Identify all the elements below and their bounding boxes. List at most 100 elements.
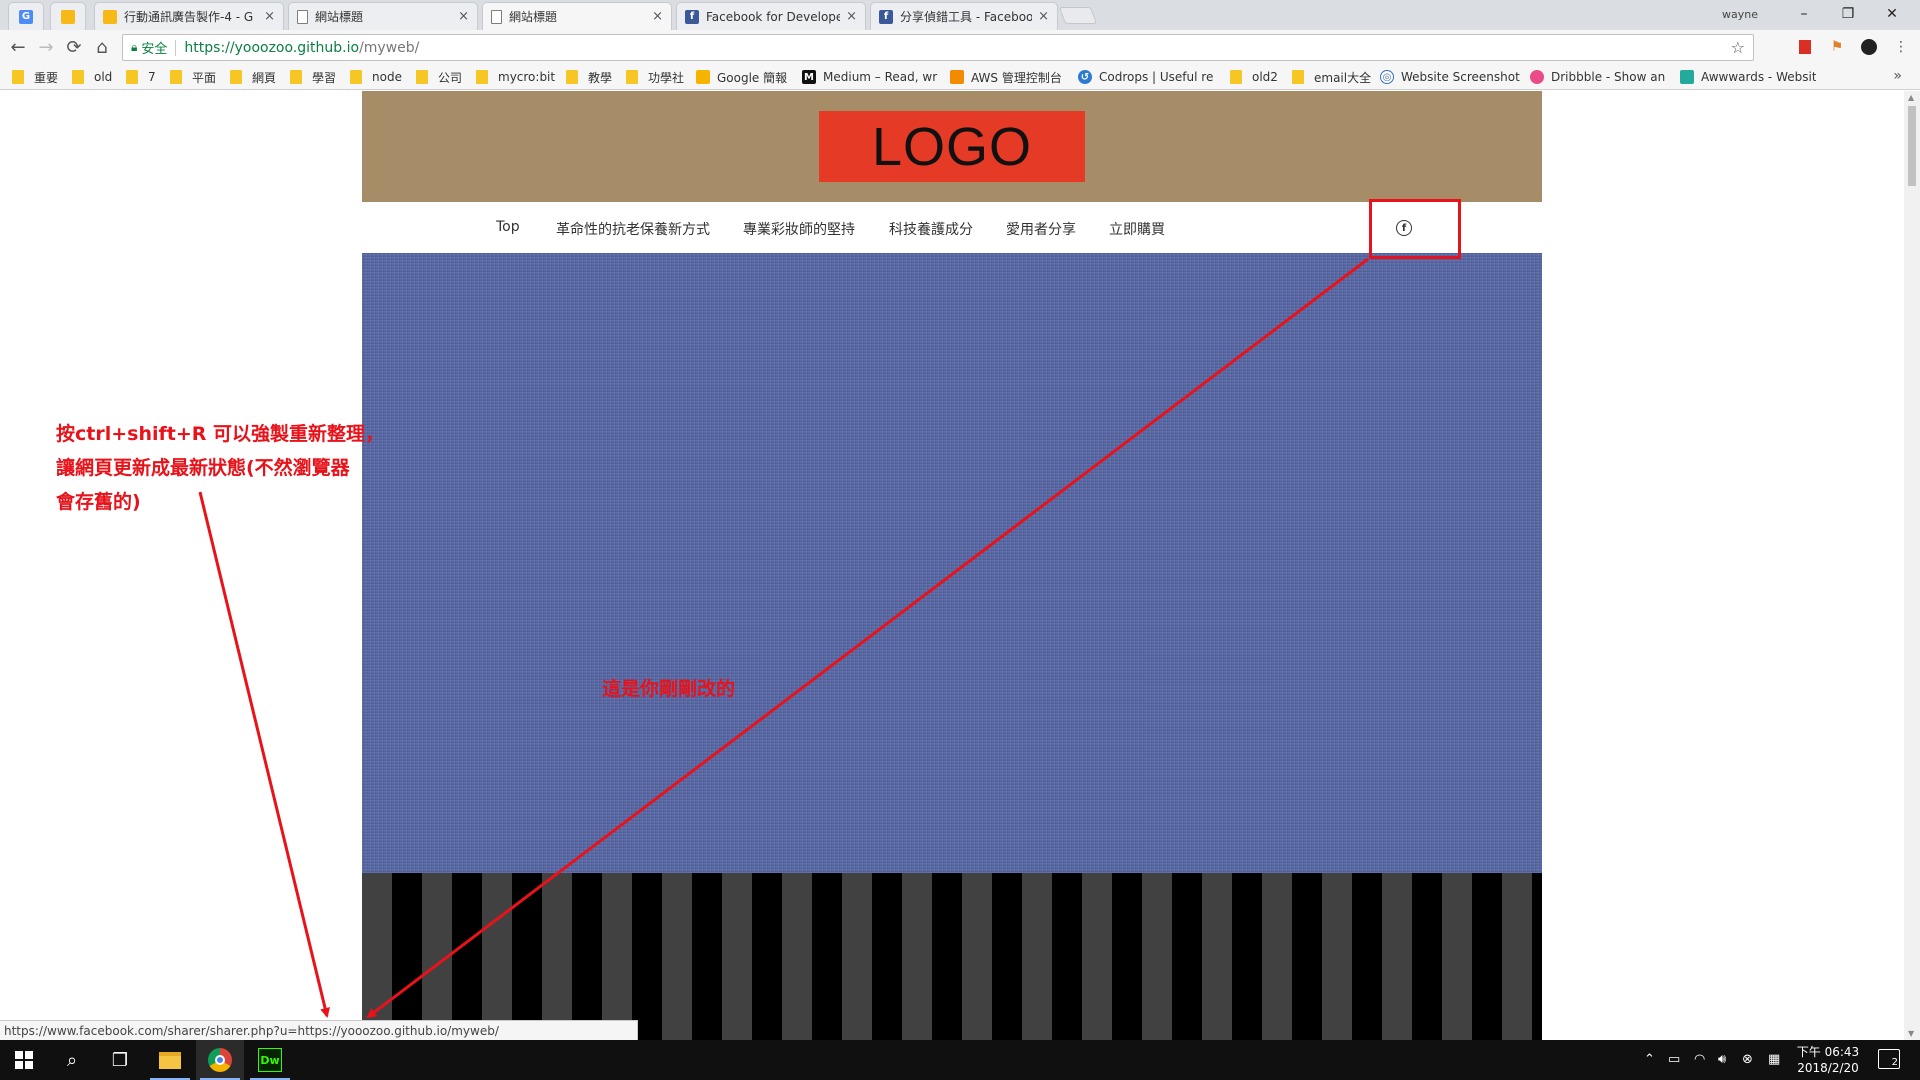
ime-icon[interactable]: ▦ bbox=[1768, 1052, 1780, 1067]
tray-chevron-icon[interactable]: ⌃ bbox=[1644, 1052, 1655, 1067]
start-icon[interactable] bbox=[0, 1040, 48, 1080]
bookmark-label: email大全 bbox=[1314, 70, 1372, 85]
scroll-up-icon[interactable]: ▲ bbox=[1908, 93, 1914, 102]
bookmark-label: Medium – Read, wri bbox=[823, 70, 938, 84]
bookmark-item[interactable]: 教學 bbox=[566, 68, 612, 86]
tab-strip: G 行動通訊廣告製作-4 - G × 網站標題 × 網站標題 × f Faceb… bbox=[0, 0, 1920, 30]
google-translate-icon: G bbox=[19, 9, 33, 24]
lock-icon: 🔒︎ bbox=[131, 40, 138, 54]
bookmarks-bar: 重要 old 7 平面 網頁 學習 node 公司 mycro:bit 教學 功… bbox=[0, 64, 1920, 90]
annotation-line: 會存舊的) bbox=[56, 491, 141, 513]
nav-testimonials[interactable]: 愛用者分享 bbox=[1006, 219, 1076, 239]
extension-red-icon[interactable] bbox=[1796, 38, 1814, 56]
forward-icon[interactable]: → bbox=[34, 35, 58, 59]
site-logo[interactable]: LOGO bbox=[819, 111, 1085, 182]
new-tab-button[interactable] bbox=[1058, 7, 1098, 24]
bookmark-item[interactable]: 網頁 bbox=[230, 68, 276, 86]
tab-site-title-active[interactable]: 網站標題 × bbox=[482, 2, 672, 30]
bookmark-item[interactable]: AWS 管理控制台 bbox=[950, 68, 1062, 86]
bookmark-item[interactable]: mycro:bit bbox=[476, 68, 555, 86]
notification-icon[interactable]: 2 bbox=[1878, 1049, 1900, 1069]
dreamweaver-icon[interactable]: Dw bbox=[246, 1040, 294, 1080]
close-window-button[interactable]: ✕ bbox=[1870, 2, 1914, 26]
tab-slides[interactable]: 行動通訊廣告製作-4 - G × bbox=[94, 2, 284, 30]
bookmark-item[interactable]: Awwwards - Websit bbox=[1680, 68, 1816, 86]
tab-close-icon[interactable]: × bbox=[846, 9, 857, 24]
folder-icon bbox=[12, 70, 24, 84]
tab-site-title-1[interactable]: 網站標題 × bbox=[288, 2, 478, 30]
bookmark-item[interactable]: 學習 bbox=[290, 68, 336, 86]
bookmark-item[interactable]: node bbox=[350, 68, 402, 86]
file-explorer-icon[interactable] bbox=[146, 1040, 194, 1080]
battery-icon[interactable]: ▭ bbox=[1668, 1052, 1680, 1067]
wifi-icon[interactable]: ◠ bbox=[1694, 1052, 1705, 1067]
bookmark-item[interactable]: old bbox=[72, 68, 112, 86]
facebook-icon: f bbox=[879, 9, 893, 24]
bookmark-item[interactable]: ◎ Website Screenshot bbox=[1380, 68, 1520, 86]
annotation-highlight-box bbox=[1369, 199, 1461, 259]
tab-close-icon[interactable]: × bbox=[458, 9, 469, 24]
bookmark-item[interactable]: Dribbble - Show and bbox=[1530, 68, 1666, 86]
dribbble-icon bbox=[1530, 70, 1544, 84]
google-slides-icon bbox=[61, 9, 75, 24]
volume-icon[interactable]: 🔊︎ bbox=[1718, 1052, 1726, 1067]
google-slides-icon bbox=[696, 70, 710, 84]
scroll-down-icon[interactable]: ▼ bbox=[1908, 1029, 1914, 1038]
taskbar-clock[interactable]: 下午 06:43 2018/2/20 bbox=[1790, 1044, 1866, 1076]
bookmark-star-icon[interactable]: ☆ bbox=[1731, 38, 1745, 57]
tab-pinned-translate[interactable]: G bbox=[8, 2, 44, 30]
github-icon[interactable] bbox=[1860, 38, 1878, 56]
search-icon[interactable]: ⌕ bbox=[48, 1040, 96, 1080]
bookmark-item[interactable]: 公司 bbox=[416, 68, 462, 86]
restore-button[interactable]: ❐ bbox=[1826, 2, 1870, 26]
tab-sharing-debugger[interactable]: f 分享偵錯工具 - Faceboo × bbox=[870, 2, 1058, 30]
url-path: /myweb/ bbox=[359, 39, 420, 56]
folder-icon bbox=[566, 70, 578, 84]
profile-name[interactable]: wayne bbox=[1722, 8, 1758, 21]
bookmarks-overflow-icon[interactable]: » bbox=[1893, 68, 1902, 84]
tab-close-icon[interactable]: × bbox=[1038, 9, 1049, 24]
tab-close-icon[interactable]: × bbox=[264, 9, 275, 24]
bookmark-item[interactable]: ↺ Codrops | Useful res bbox=[1078, 68, 1214, 86]
menu-kebab-icon[interactable]: ⋮ bbox=[1892, 38, 1910, 56]
bookmark-item[interactable]: old2 bbox=[1230, 68, 1278, 86]
bookmark-item[interactable]: M Medium – Read, wri bbox=[802, 68, 938, 86]
bookmark-label: 學習 bbox=[312, 70, 337, 85]
extension-pin-icon[interactable]: ⚑ bbox=[1828, 38, 1846, 56]
tab-pinned-slides[interactable] bbox=[50, 2, 86, 30]
nav-ingredients[interactable]: 科技養護成分 bbox=[889, 219, 973, 239]
bookmark-item[interactable]: 功學社 bbox=[626, 68, 684, 86]
nav-top[interactable]: Top bbox=[496, 219, 520, 235]
bookmark-item[interactable]: 7 bbox=[126, 68, 156, 86]
nav-buy-now[interactable]: 立即購買 bbox=[1109, 219, 1165, 239]
minimize-button[interactable]: – bbox=[1782, 2, 1826, 26]
page-icon bbox=[491, 9, 502, 24]
bookmark-item[interactable]: 平面 bbox=[170, 68, 216, 86]
tab-close-icon[interactable]: × bbox=[652, 9, 663, 24]
bookmark-item[interactable]: email大全 bbox=[1292, 68, 1371, 86]
awwwards-icon bbox=[1680, 70, 1694, 84]
folder-icon bbox=[72, 70, 84, 84]
nav-makeup-artist[interactable]: 專業彩妝師的堅持 bbox=[743, 219, 855, 239]
bookmark-item[interactable]: Google 簡報 bbox=[696, 68, 787, 86]
tab-facebook-developers[interactable]: f Facebook for Develope × bbox=[676, 2, 866, 30]
security-label: 安全 bbox=[141, 42, 168, 57]
vertical-scrollbar[interactable]: ▲ ▼ bbox=[1904, 91, 1920, 1040]
home-icon[interactable]: ⌂ bbox=[90, 35, 114, 59]
chrome-icon[interactable] bbox=[196, 1040, 244, 1080]
annotation-changed-label: 這是你剛剛改的 bbox=[602, 678, 736, 700]
scrollbar-thumb[interactable] bbox=[1908, 106, 1916, 186]
address-bar[interactable]: 🔒︎ 安全 https://yooozoo.github.io/myweb/ ☆ bbox=[122, 34, 1754, 61]
page-viewport: LOGO Top 革命性的抗老保養新方式 專業彩妝師的堅持 科技養護成分 愛用者… bbox=[0, 91, 1904, 1040]
nav-anti-aging[interactable]: 革命性的抗老保養新方式 bbox=[556, 219, 710, 239]
back-icon[interactable]: ← bbox=[6, 35, 30, 59]
reload-icon[interactable]: ⟳ bbox=[62, 35, 86, 59]
bookmark-label: mycro:bit bbox=[498, 70, 556, 84]
task-view-icon[interactable]: ❐ bbox=[96, 1040, 144, 1080]
facebook-icon: f bbox=[685, 9, 699, 24]
folder-icon bbox=[476, 70, 488, 84]
site-container: LOGO Top 革命性的抗老保養新方式 專業彩妝師的堅持 科技養護成分 愛用者… bbox=[362, 91, 1542, 1040]
windows-taskbar: ⌕ ❐ Dw ⌃ ▭ ◠ 🔊︎ ⊗ ▦ 下午 06:43 2018/2/20 2 bbox=[0, 1040, 1920, 1080]
network-error-icon[interactable]: ⊗ bbox=[1742, 1052, 1753, 1067]
bookmark-item[interactable]: 重要 bbox=[12, 68, 58, 86]
